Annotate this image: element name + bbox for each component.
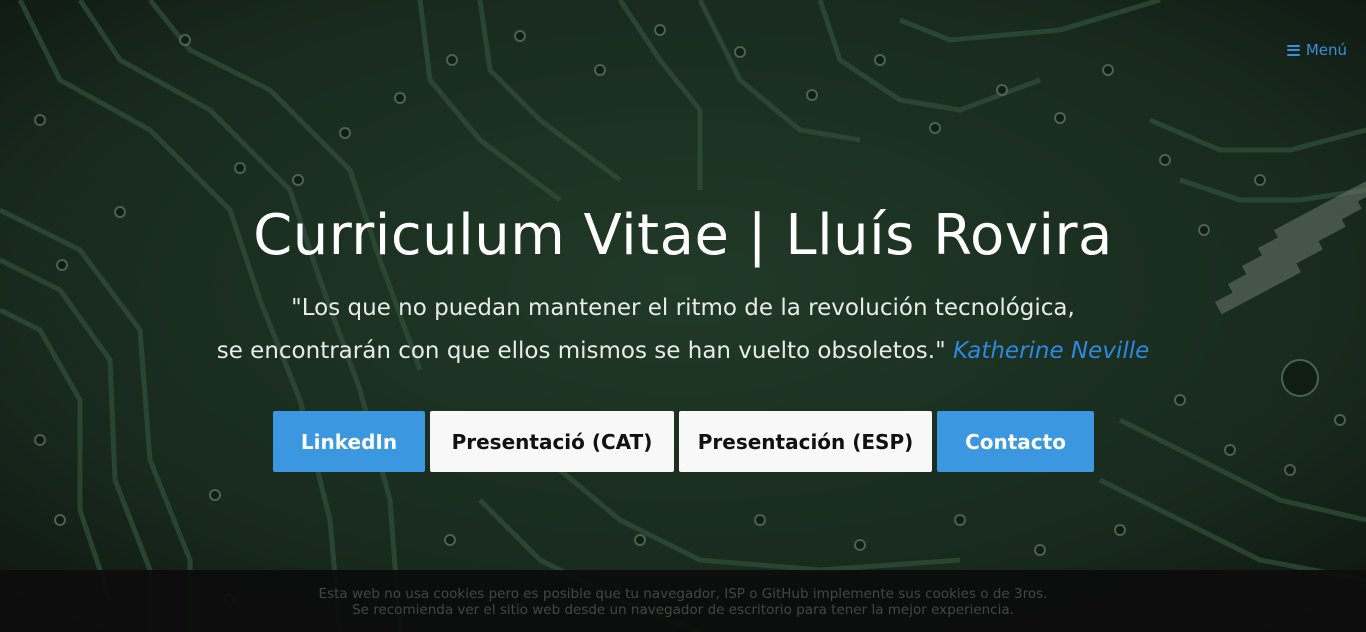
action-buttons: LinkedIn Presentació (CAT) Presentación … (273, 411, 1094, 472)
footer-line-2: Se recomienda ver el sitio web desde un … (352, 602, 1014, 618)
cookie-notice-footer: Esta web no usa cookies pero es posible … (0, 570, 1366, 632)
page-title: Curriculum Vitae | Lluís Rovira (253, 203, 1113, 268)
hero-quote: "Los que no puedan mantener el ritmo de … (0, 287, 1366, 373)
presentacion-esp-button[interactable]: Presentación (ESP) (679, 411, 932, 472)
menu-label: Menú (1305, 41, 1347, 59)
presentacio-cat-button[interactable]: Presentació (CAT) (430, 411, 674, 472)
contacto-button[interactable]: Contacto (937, 411, 1094, 472)
quote-author: Katherine Neville (952, 338, 1150, 364)
quote-line-2: se encontrarán con que ellos mismos se h… (216, 338, 946, 364)
hero-section: Menú Curriculum Vitae | Lluís Rovira "Lo… (0, 0, 1366, 632)
menu-toggle[interactable]: Menú (1286, 41, 1347, 59)
quote-line-1: "Los que no puedan mantener el ritmo de … (291, 295, 1075, 321)
hamburger-icon (1286, 44, 1300, 56)
footer-line-1: Esta web no usa cookies pero es posible … (318, 586, 1048, 602)
linkedin-button[interactable]: LinkedIn (273, 411, 425, 472)
